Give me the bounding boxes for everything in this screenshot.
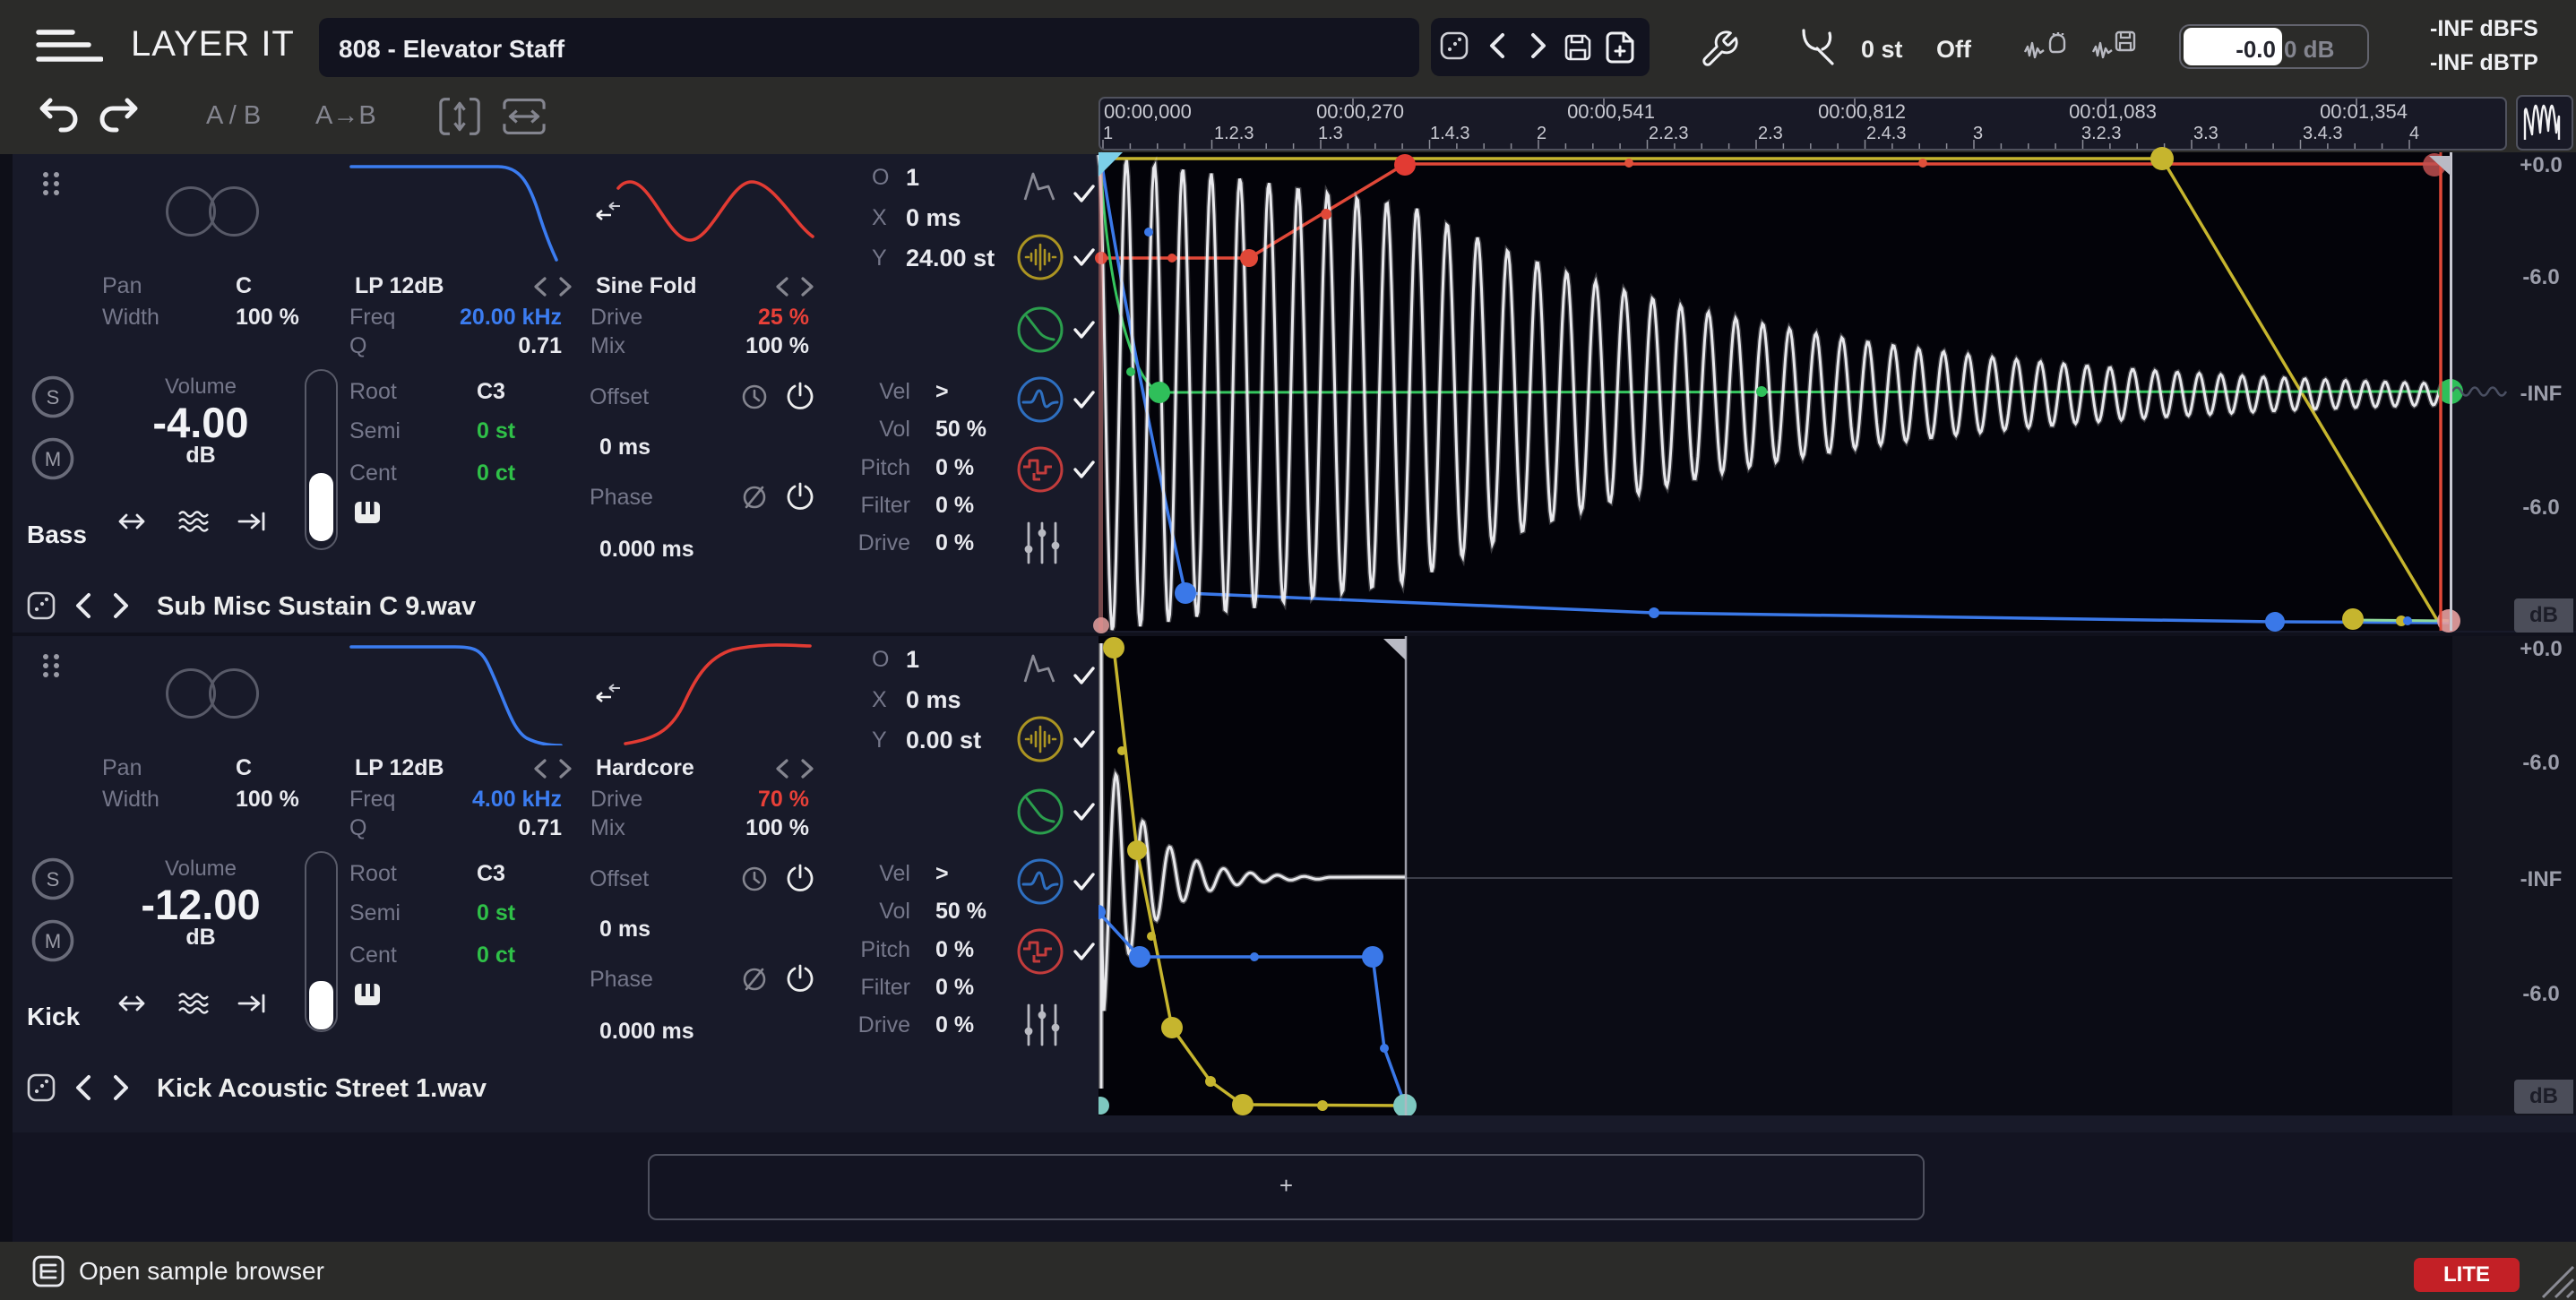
svg-text:M: M xyxy=(45,448,61,470)
svg-text:S: S xyxy=(47,386,60,409)
svg-text:S: S xyxy=(47,868,60,891)
svg-text:M: M xyxy=(45,930,61,952)
